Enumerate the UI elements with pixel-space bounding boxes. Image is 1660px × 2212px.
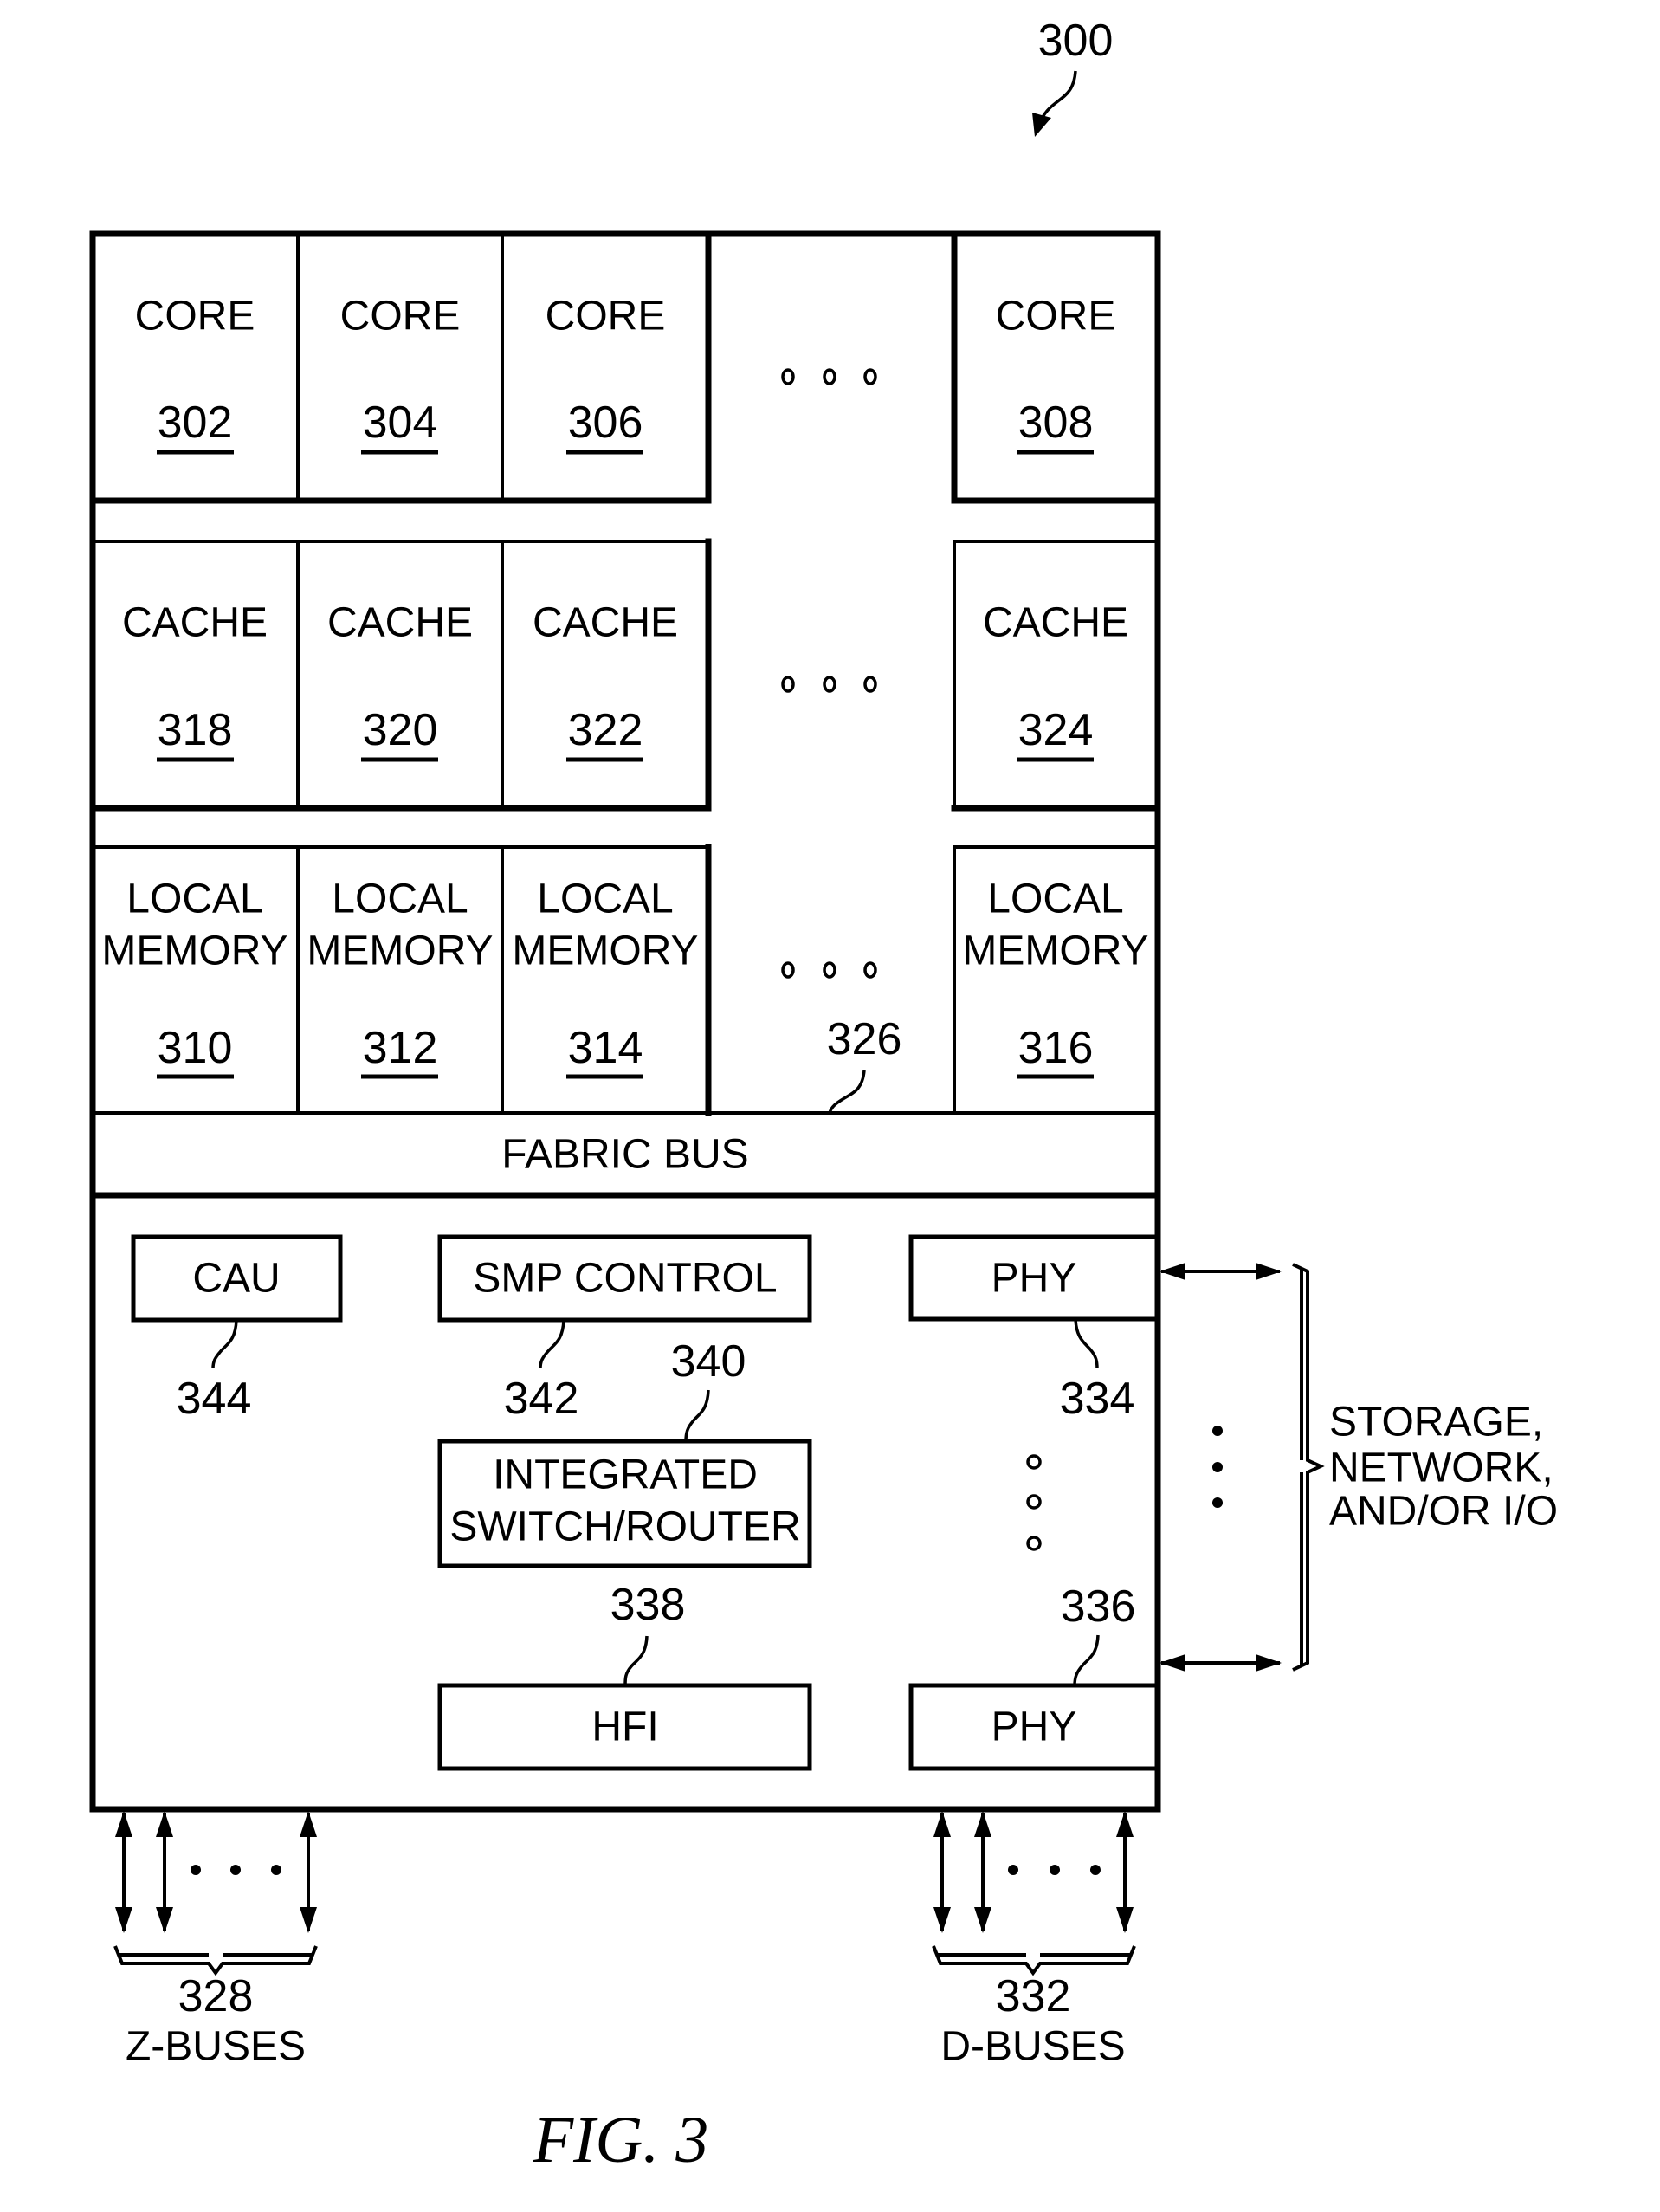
phy-label: PHY	[991, 1704, 1077, 1750]
smp-control-ref: 342	[504, 1374, 579, 1424]
core-306[interactable]: CORE 306	[546, 294, 666, 455]
phy-label: PHY	[991, 1256, 1077, 1302]
local-memory-310[interactable]: LOCAL MEMORY 310	[101, 876, 288, 1079]
external-label-line3: AND/OR I/O	[1329, 1489, 1558, 1535]
cache-label: CACHE	[122, 600, 268, 646]
processor-diagram: 300 CORE 302 CORE 304 CORE 306 CORE 308	[89, 16, 1558, 2176]
core-308[interactable]: CORE 308	[996, 294, 1116, 455]
external-label-line2: NETWORK,	[1329, 1446, 1553, 1491]
local-memory-312[interactable]: LOCAL MEMORY 312	[307, 876, 494, 1079]
memory-label-line2: MEMORY	[101, 928, 287, 974]
phy-ellipsis-icon	[1026, 1454, 1042, 1551]
cache-322[interactable]: CACHE 322	[533, 600, 678, 762]
d-bus-ref: 332	[996, 1971, 1071, 2021]
memory-ref: 316	[1018, 1023, 1094, 1073]
memory-label-line1: LOCAL	[987, 876, 1123, 922]
cache-label: CACHE	[327, 600, 473, 646]
core-label: CORE	[135, 294, 255, 340]
memory-label-line1: LOCAL	[126, 876, 262, 922]
cache-318[interactable]: CACHE 318	[122, 600, 268, 762]
fabric-bus-label: FABRIC BUS	[501, 1132, 748, 1178]
cache-ref: 322	[568, 705, 643, 755]
local-memory-316[interactable]: LOCAL MEMORY 316	[962, 876, 1149, 1079]
memory-label-line1: LOCAL	[537, 876, 673, 922]
cau-ref: 344	[177, 1374, 252, 1424]
cache-ref: 324	[1018, 705, 1094, 755]
figure-ref-arrowhead	[1032, 113, 1051, 137]
smp-control-leader	[539, 1319, 565, 1369]
core-ellipsis-icon	[781, 368, 877, 385]
core-ref: 306	[568, 398, 643, 448]
cache-row	[89, 538, 1161, 812]
figure-ref-label: 300	[1038, 16, 1114, 66]
figure-caption: FIG. 3	[533, 2104, 709, 2176]
fabric-bus-ref: 326	[827, 1014, 902, 1064]
memory-ref: 310	[158, 1023, 233, 1073]
phy-bottom-leader	[1073, 1634, 1100, 1686]
memory-ref: 314	[568, 1023, 643, 1073]
phy-block-top[interactable]: PHY	[908, 1234, 1160, 1322]
memory-label-line2: MEMORY	[307, 928, 493, 974]
memory-ref: 312	[363, 1023, 438, 1073]
phy-bottom-ref: 336	[1061, 1581, 1136, 1632]
phy-block-bottom[interactable]: PHY	[908, 1683, 1160, 1771]
core-ref: 308	[1018, 398, 1094, 448]
d-bus-label: D-BUSES	[940, 2024, 1125, 2070]
core-ref: 302	[158, 398, 233, 448]
d-bus-ellipsis-icon	[1008, 1865, 1101, 1875]
memory-label-line1: LOCAL	[332, 876, 468, 922]
local-memory-314[interactable]: LOCAL MEMORY 314	[512, 876, 699, 1079]
z-bus-label: Z-BUSES	[126, 2024, 306, 2070]
chip-outline	[89, 230, 1161, 1813]
cau-leader	[211, 1319, 238, 1369]
core-ref: 304	[363, 398, 438, 448]
memory-label-line2: MEMORY	[512, 928, 698, 974]
switch-router-leader	[684, 1389, 710, 1442]
cau-label: CAU	[192, 1256, 280, 1302]
memory-ellipsis-icon	[781, 961, 877, 979]
z-bus-brace	[113, 1945, 318, 1976]
core-label: CORE	[546, 294, 666, 340]
cache-label: CACHE	[533, 600, 678, 646]
hfi-leader	[623, 1635, 649, 1686]
cache-320[interactable]: CACHE 320	[327, 600, 473, 762]
external-label-line1: STORAGE,	[1329, 1400, 1543, 1446]
switch-router-ref: 340	[671, 1336, 746, 1387]
cache-ref: 318	[158, 705, 233, 755]
smp-control-label: SMP CONTROL	[473, 1256, 777, 1302]
phy-top-leader	[1074, 1318, 1099, 1369]
switch-router-block[interactable]: INTEGRATED SWITCH/ROUTER	[437, 1439, 812, 1568]
fabric-bus-leader	[828, 1070, 866, 1114]
hfi-block[interactable]: HFI	[437, 1683, 812, 1771]
cache-label: CACHE	[983, 600, 1128, 646]
fabric-bus[interactable]: FABRIC BUS	[89, 1111, 1161, 1199]
cache-ellipsis-icon	[781, 676, 877, 693]
core-row	[89, 230, 1161, 504]
d-bus-brace	[932, 1945, 1136, 1976]
z-bus-ref: 328	[178, 1971, 254, 2021]
external-ellipsis-icon	[1212, 1426, 1223, 1508]
switch-router-label-line2: SWITCH/ROUTER	[449, 1504, 800, 1550]
core-302[interactable]: CORE 302	[135, 294, 255, 455]
cache-ref: 320	[363, 705, 438, 755]
hfi-label: HFI	[591, 1704, 658, 1750]
core-label: CORE	[996, 294, 1116, 340]
core-304[interactable]: CORE 304	[340, 294, 461, 455]
switch-router-label-line1: INTEGRATED	[493, 1452, 758, 1498]
memory-label-line2: MEMORY	[962, 928, 1148, 974]
cache-324[interactable]: CACHE 324	[983, 600, 1128, 762]
core-label: CORE	[340, 294, 461, 340]
external-label: STORAGE, NETWORK, AND/OR I/O	[1329, 1400, 1558, 1535]
hfi-ref: 338	[610, 1580, 686, 1630]
smp-control-block[interactable]: SMP CONTROL	[437, 1234, 812, 1323]
phy-top-ref: 334	[1060, 1374, 1135, 1424]
z-bus-ellipsis-icon	[191, 1865, 281, 1875]
cau-block[interactable]: CAU	[131, 1234, 343, 1323]
external-brace	[1292, 1263, 1325, 1672]
